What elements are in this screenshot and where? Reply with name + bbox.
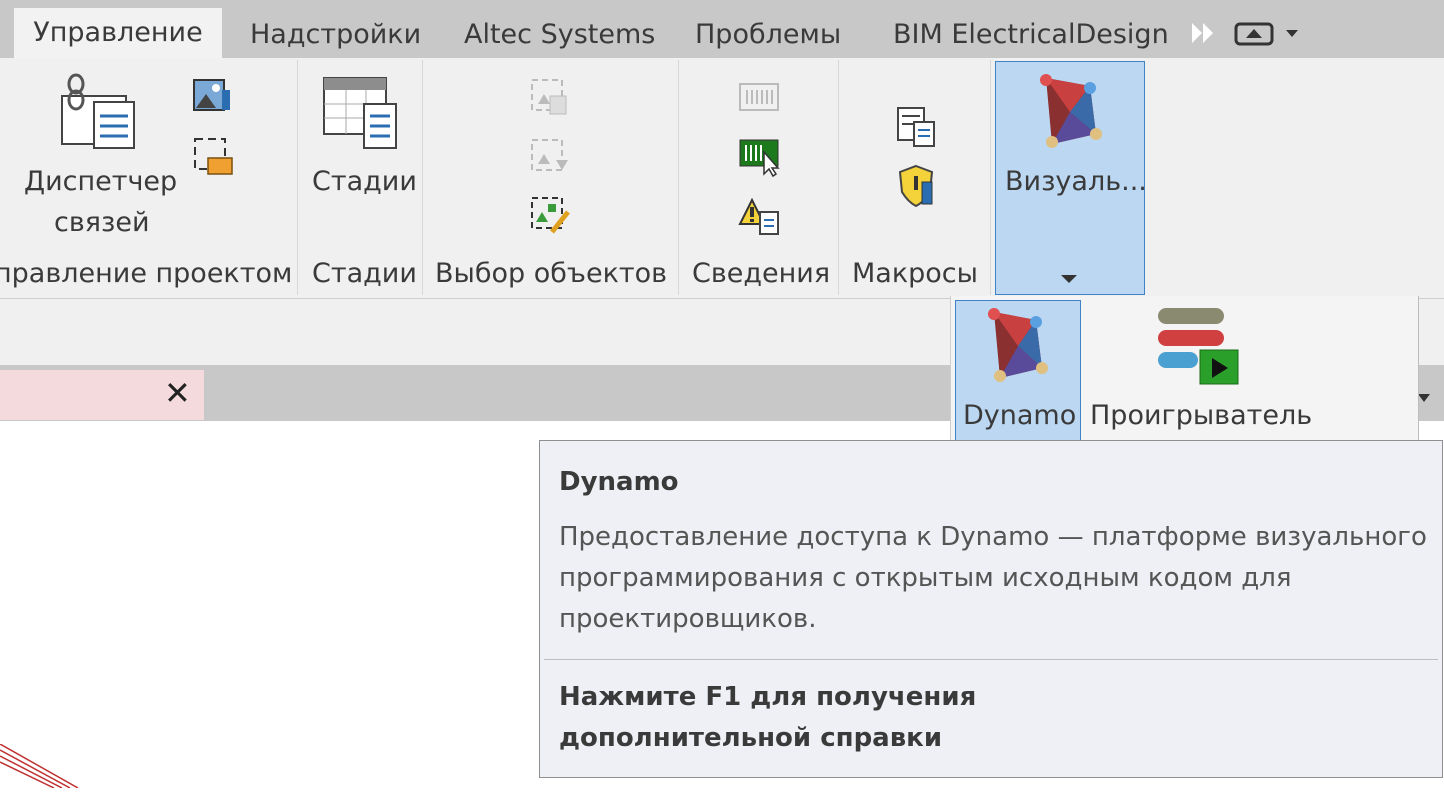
panel-separator [838, 60, 839, 295]
dynamo-button-label[interactable]: Dynamo [963, 400, 1076, 431]
panel-separator [678, 60, 679, 295]
dynamo-small-icon [986, 308, 1050, 390]
panel-separator [990, 60, 991, 295]
drawing-lines [0, 743, 80, 792]
dropdown-arrow-icon[interactable] [1059, 270, 1079, 289]
panel-title-inquiry: Сведения [692, 258, 831, 289]
tooltip-help-line2: дополнительной справки [559, 723, 943, 753]
phases-button-label[interactable]: Стадии [312, 166, 417, 197]
panel-separator [422, 60, 423, 295]
panel-title-macros: Макросы [852, 258, 978, 289]
phases-icon[interactable] [322, 76, 398, 156]
select-pinned-icon[interactable] [530, 196, 572, 242]
dynamo-player-label[interactable]: Проигрыватель [1090, 400, 1312, 431]
visual-programming-label[interactable]: Визуаль... [1005, 166, 1147, 197]
tooltip-help: Нажмите F1 для получения дополнительной … [559, 677, 976, 759]
manage-images-icon[interactable] [192, 136, 236, 184]
tab-manage[interactable]: Управление [14, 8, 222, 58]
warnings-icon[interactable] [738, 197, 782, 242]
panel-title-selection: Выбор объектов [435, 258, 668, 289]
select-links-icon[interactable] [530, 78, 572, 122]
tooltip-body: Предоставление доступа к Dynamo — платфо… [559, 522, 1427, 634]
more-tabs-icon[interactable] [1188, 20, 1218, 50]
panel-title-manage-project: правление проектом [0, 258, 293, 289]
macro-manager-icon[interactable] [894, 104, 938, 152]
tooltip-help-line1: Нажмите F1 для получения [559, 682, 977, 712]
tab-altec-systems[interactable]: Altec Systems [464, 10, 655, 58]
tab-issues[interactable]: Проблемы [695, 10, 841, 58]
close-tab-icon[interactable]: ✕ [164, 374, 191, 412]
ids-icon[interactable] [738, 82, 780, 116]
ribbon-tab-bar: Управление Надстройки Altec Systems Проб… [0, 0, 1444, 58]
select-underlay-icon[interactable] [530, 138, 572, 182]
decal-icon[interactable] [192, 76, 236, 120]
panel-separator [297, 60, 298, 295]
link-manager-icon[interactable] [56, 72, 140, 156]
ribbon-minimize-icon[interactable] [1234, 20, 1304, 52]
tooltip: Dynamo Предоставление доступа к Dynamo —… [539, 440, 1443, 778]
panel-title-phases: Стадии [312, 258, 417, 289]
tooltip-divider [544, 659, 1438, 660]
dynamo-icon [1036, 72, 1104, 156]
link-manager-label-line2[interactable]: связей [54, 207, 150, 238]
select-by-id-icon[interactable] [738, 138, 782, 182]
macro-security-icon[interactable] [896, 164, 938, 212]
tooltip-title: Dynamo [559, 467, 679, 497]
link-manager-label-line1[interactable]: Диспетчер [24, 166, 177, 197]
tab-bim-electrical-design[interactable]: BIM ElectricalDesign [893, 10, 1169, 58]
tab-addins[interactable]: Надстройки [250, 10, 421, 58]
dynamo-player-icon[interactable] [1156, 306, 1240, 390]
